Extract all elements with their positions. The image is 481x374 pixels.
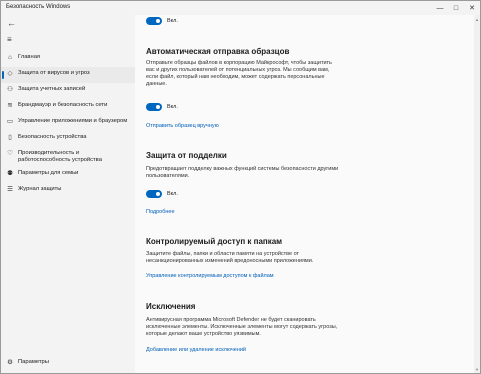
sidebar: ← ≡ ⌂ Главная ◇ Защита от вирусов и угро… xyxy=(1,15,135,373)
sidebar-item-label: Безопасность устройства xyxy=(18,134,87,140)
wifi-icon: ≋ xyxy=(7,102,13,109)
sidebar-item-label: Управление приложениями и браузером xyxy=(18,118,128,124)
title-bar: Безопасность Windows — □ ✕ xyxy=(1,1,480,15)
heart-icon: ♡ xyxy=(7,150,13,157)
tamper-protection-title: Защита от подделки xyxy=(146,151,227,160)
sidebar-item-label: Производительность и работоспособность у… xyxy=(18,150,102,163)
sidebar-item-account-protection[interactable]: ⚇ Защита учетных записей xyxy=(1,83,135,99)
sidebar-item-device-performance[interactable]: ♡ Производительность и работоспособность… xyxy=(1,147,135,167)
sidebar-item-virus-protection[interactable]: ◇ Защита от вирусов и угроз xyxy=(1,67,135,83)
sidebar-item-firewall[interactable]: ≋ Брандмауэр и безопасность сети xyxy=(1,99,135,115)
nav-list: ⌂ Главная ◇ Защита от вирусов и угроз ⚇ … xyxy=(1,51,135,199)
person-icon: ⚇ xyxy=(7,86,13,93)
device-icon: ▯ xyxy=(8,134,12,141)
sidebar-item-family-options[interactable]: ⚉ Параметры для семьи xyxy=(1,167,135,183)
toggle-state-label: Вкл. xyxy=(167,191,178,197)
sidebar-item-label: Защита от вирусов и угроз xyxy=(18,70,90,76)
exclusions-description: Антивирусная программа Microsoft Defende… xyxy=(146,317,338,337)
tamper-toggle-row: Вкл. xyxy=(146,190,178,198)
sample-toggle-row: Вкл. xyxy=(146,103,178,111)
exclusions-title: Исключения xyxy=(146,302,196,311)
shield-icon: ◇ xyxy=(7,70,13,77)
top-toggle-row: Вкл. xyxy=(146,17,178,25)
top-toggle-switch[interactable] xyxy=(146,17,162,25)
sidebar-item-app-browser-control[interactable]: ▭ Управление приложениями и браузером xyxy=(1,115,135,131)
scroll-up-arrow-icon[interactable]: ▲ xyxy=(475,17,479,22)
main-content: Вкл. Автоматическая отправка образцов От… xyxy=(135,15,475,373)
controlled-folder-access-description: Защитите файлы, папки и области памяти н… xyxy=(146,251,314,264)
window-title: Безопасность Windows xyxy=(6,4,71,10)
back-arrow-icon[interactable]: ← xyxy=(7,18,16,28)
sample-submission-toggle[interactable] xyxy=(146,103,162,111)
family-icon: ⚉ xyxy=(7,170,13,177)
sidebar-item-label: Главная xyxy=(18,54,41,60)
sidebar-item-device-security[interactable]: ▯ Безопасность устройства xyxy=(1,131,135,147)
submit-sample-manually-link[interactable]: Отправить образец вручную xyxy=(146,123,219,129)
gear-icon: ⚙ xyxy=(7,359,13,366)
nav-bottom: ⚙ Параметры xyxy=(1,356,135,372)
minimize-button[interactable]: — xyxy=(432,1,448,15)
manage-controlled-folder-access-link[interactable]: Управление контролируемым доступом к фай… xyxy=(146,273,274,279)
sidebar-item-label: Журнал защиты xyxy=(18,186,62,192)
sample-submission-title: Автоматическая отправка образцов xyxy=(146,47,290,56)
sample-submission-description: Отправьте образцы файлов в корпорацию Ма… xyxy=(146,60,332,87)
tamper-protection-description: Предотвращает подделку важных функций си… xyxy=(146,166,339,179)
controlled-folder-access-title: Контролируемый доступ к папкам xyxy=(146,237,283,246)
sidebar-item-label: Брандмауэр и безопасность сети xyxy=(18,102,108,108)
tamper-protection-toggle[interactable] xyxy=(146,190,162,198)
home-icon: ⌂ xyxy=(8,54,12,61)
sidebar-item-label: Параметры для семьи xyxy=(18,170,79,176)
sidebar-item-settings[interactable]: ⚙ Параметры xyxy=(1,356,135,372)
history-icon: ☰ xyxy=(7,186,13,193)
add-remove-exclusions-link[interactable]: Добавление или удаление исключений xyxy=(146,347,246,353)
maximize-button[interactable]: □ xyxy=(448,1,464,15)
close-button[interactable]: ✕ xyxy=(464,1,480,15)
toggle-state-label: Вкл. xyxy=(167,18,178,24)
sidebar-item-label: Защита учетных записей xyxy=(18,86,86,92)
sidebar-item-label: Параметры xyxy=(18,359,49,365)
tamper-learn-more-link[interactable]: Подробнее xyxy=(146,209,175,215)
window-controls: — □ ✕ xyxy=(432,1,480,15)
sidebar-item-home[interactable]: ⌂ Главная xyxy=(1,51,135,67)
toggle-state-label: Вкл. xyxy=(167,104,178,110)
app-window: Безопасность Windows — □ ✕ ← ≡ ⌂ Главная… xyxy=(0,0,481,374)
hamburger-menu-icon[interactable]: ≡ xyxy=(7,35,12,44)
vertical-scrollbar[interactable]: ▲ ▼ xyxy=(474,15,480,373)
app-window-icon: ▭ xyxy=(6,118,14,125)
sidebar-item-protection-history[interactable]: ☰ Журнал защиты xyxy=(1,183,135,199)
scroll-down-arrow-icon[interactable]: ▼ xyxy=(475,367,479,372)
